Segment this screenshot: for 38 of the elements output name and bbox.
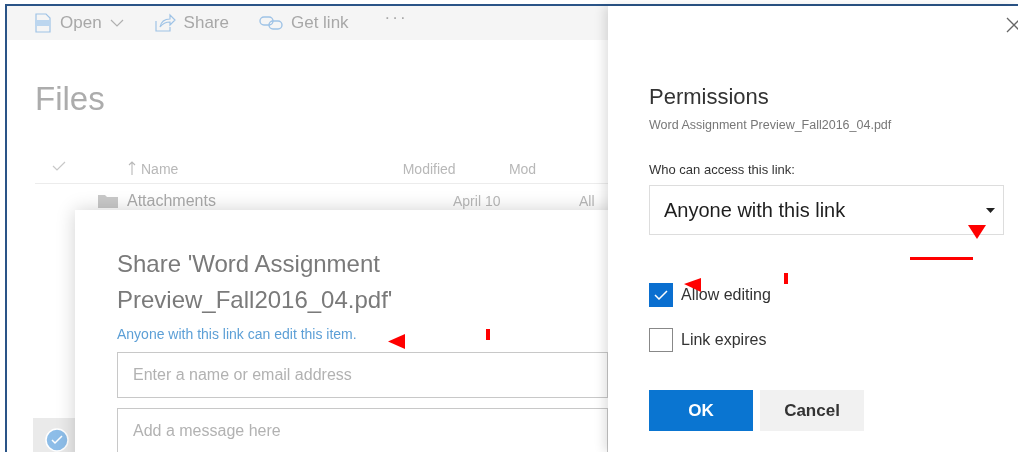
- column-header[interactable]: Mod: [508, 161, 610, 177]
- link-notice: Anyone with this link can edit this item.: [117, 326, 357, 342]
- check-icon[interactable]: [52, 161, 66, 171]
- more-button[interactable]: ···: [384, 8, 408, 28]
- selected-check-icon: [45, 428, 69, 452]
- annotation-mark: [486, 329, 490, 340]
- page-title: Files: [35, 80, 105, 119]
- check-icon: [654, 290, 668, 300]
- checkbox-option[interactable]: Allow editing: [649, 283, 771, 307]
- toolbar-button[interactable]: Get link: [258, 13, 349, 33]
- toolbar-button[interactable]: Open: [34, 13, 124, 33]
- toolbar-button[interactable]: Share: [153, 13, 229, 33]
- annotation-arrow-icon: [388, 334, 405, 349]
- column-header[interactable]: Name: [128, 161, 403, 177]
- cancel-button[interactable]: Cancel: [760, 390, 864, 431]
- column-header[interactable]: Modified: [402, 161, 509, 177]
- close-icon[interactable]: [1006, 17, 1018, 33]
- table-cell-text: April 10: [453, 193, 502, 209]
- pdf-file-icon: [34, 13, 52, 33]
- message-field[interactable]: Add a message here: [117, 408, 608, 452]
- link-icon: [258, 15, 283, 31]
- annotation-arrow-icon: [968, 225, 986, 239]
- access-dropdown[interactable]: Anyone with this link: [649, 185, 1004, 235]
- annotation-underline: [910, 257, 973, 260]
- checkbox[interactable]: [649, 328, 673, 352]
- annotation-mark: [784, 273, 788, 284]
- access-label: Who can access this link:: [649, 162, 796, 177]
- checkbox-option[interactable]: Link expires: [649, 328, 767, 352]
- panel-title: Permissions: [649, 84, 770, 110]
- table-cell-text: All: [579, 193, 596, 209]
- recipient-field[interactable]: Enter a name or email address: [117, 352, 608, 398]
- file-name: Word Assignment Preview_Fall2016_04.pdf: [649, 118, 893, 132]
- share-icon: [153, 13, 176, 33]
- ok-button[interactable]: OK: [649, 390, 753, 431]
- table-cell-text: Attachments: [127, 192, 217, 210]
- dialog-title: Share 'Word Assignment Preview_Fall2016_04.pdf': [117, 249, 394, 315]
- caret-icon: [986, 207, 995, 213]
- checkbox[interactable]: [649, 283, 673, 307]
